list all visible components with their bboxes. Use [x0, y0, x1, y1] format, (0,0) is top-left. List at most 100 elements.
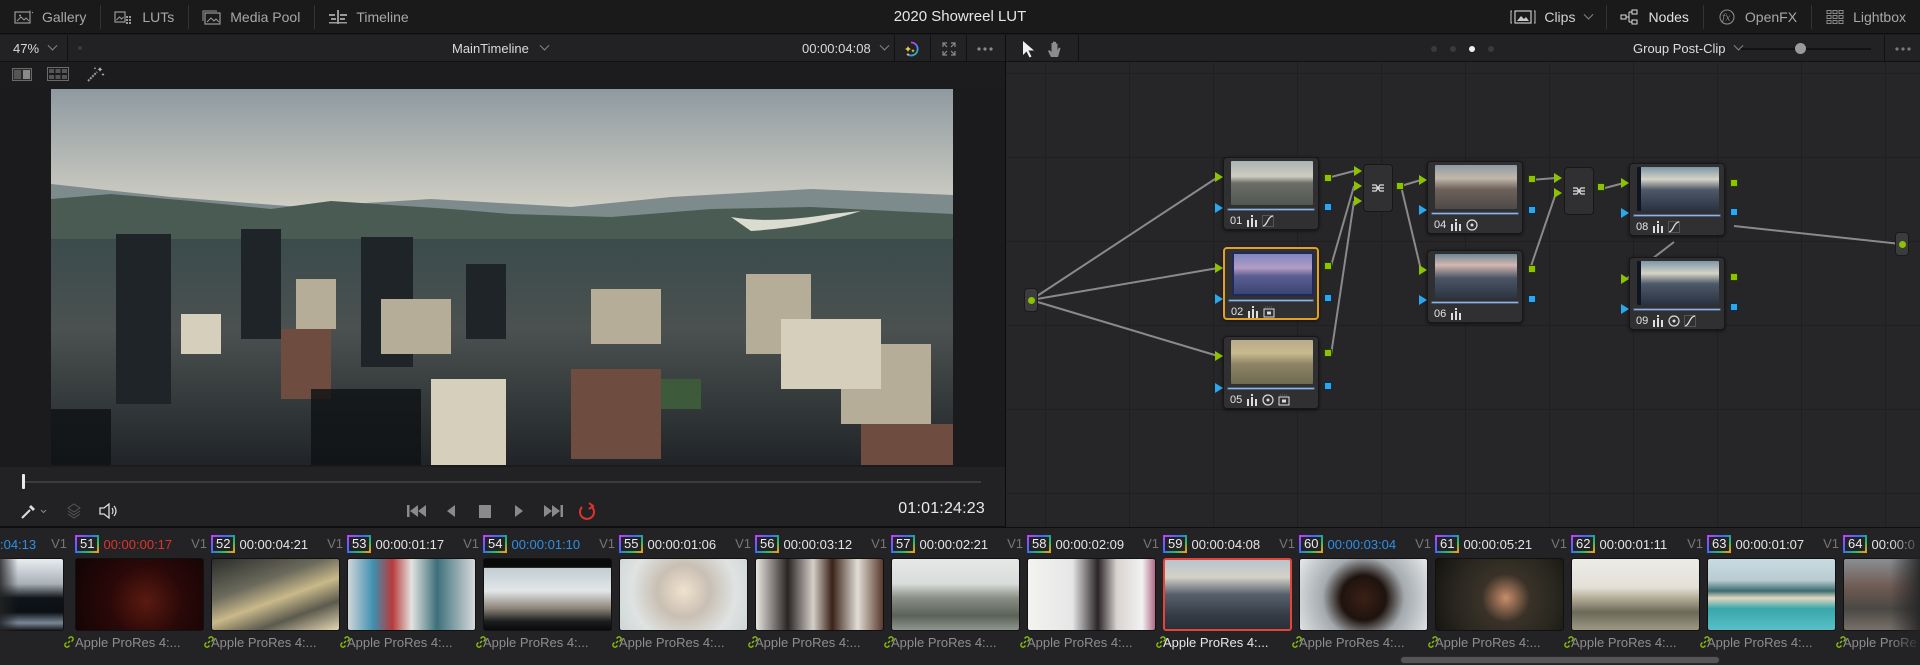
mixer-input-port[interactable] [1554, 173, 1562, 183]
clip-item[interactable]: 63 00:00:01:07 V1 Apple ProRes 4:... [1707, 528, 1846, 665]
group-selector-dropdown[interactable]: Group Post-Clip [1633, 35, 1744, 62]
layers-button[interactable] [66, 501, 82, 521]
timeline-horizontal-scrollbar[interactable] [1400, 656, 1720, 664]
mixer-input-port[interactable] [1354, 181, 1362, 191]
color-picker-button[interactable] [20, 501, 48, 521]
node-more-button[interactable] [1884, 35, 1920, 62]
clip-item[interactable]: 59 00:00:04:08 V1 Apple ProRes 4:... [1163, 528, 1302, 665]
stop-button[interactable] [478, 501, 492, 521]
clip-timecode-dropdown[interactable]: 00:00:04:08 [802, 35, 890, 62]
node-graph-canvas[interactable]: 01 02 05 04 06 08 09 [1005, 62, 1920, 527]
alpha-input-port[interactable] [1621, 208, 1629, 218]
mixer-output-port[interactable] [1396, 182, 1404, 190]
audio-button[interactable] [98, 501, 118, 521]
go-to-start-button[interactable] [406, 501, 428, 521]
alpha-input-port[interactable] [1419, 205, 1427, 215]
rgb-output-port[interactable] [1730, 273, 1738, 281]
split-screen-button[interactable] [11, 66, 33, 82]
magic-wand-button[interactable] [85, 66, 107, 82]
mixer-output-port[interactable] [1597, 183, 1605, 191]
alpha-output-port[interactable] [1730, 208, 1738, 216]
alpha-output-port[interactable] [1528, 295, 1536, 303]
rgb-output-port[interactable] [1324, 349, 1332, 357]
layer-mixer-node-1[interactable] [1363, 164, 1393, 212]
alpha-output-port[interactable] [1324, 203, 1332, 211]
pointer-tool-button[interactable] [1018, 39, 1038, 59]
clip-item[interactable]: 53 00:00:01:17 V1 Apple ProRes 4:... [347, 528, 486, 665]
output-node[interactable] [1895, 232, 1909, 256]
node-06[interactable]: 06 [1427, 250, 1523, 323]
clip-item[interactable]: 60 00:00:03:04 V1 Apple ProRes 4:... [1299, 528, 1438, 665]
clip-thumbnail[interactable] [483, 558, 612, 631]
clip-item[interactable]: 54 00:00:01:10 V1 Apple ProRes 4:... [483, 528, 622, 665]
clip-thumbnail[interactable] [211, 558, 340, 631]
rgb-input-port[interactable] [1215, 351, 1223, 361]
clip-item[interactable]: 57 00:00:02:21 V1 Apple ProRes 4:... [891, 528, 1030, 665]
mixer-input-port[interactable] [1354, 166, 1362, 176]
alpha-input-port[interactable] [1215, 383, 1223, 393]
clip-item[interactable]: 62 00:00:01:11 V1 Apple ProRes 4:... [1571, 528, 1710, 665]
node-zoom-slider[interactable] [1741, 43, 1871, 54]
clip-item[interactable]: 51 00:00:00:17 V1 Apple ProRes 4:... [75, 528, 214, 665]
layer-mixer-node-2[interactable] [1564, 167, 1594, 215]
rgb-input-port[interactable] [1419, 175, 1427, 185]
clip-thumbnail[interactable] [755, 558, 884, 631]
viewer-scrubber[interactable] [0, 467, 1005, 495]
node-05[interactable]: 05 [1223, 336, 1319, 409]
clip-item[interactable]: 56 00:00:03:12 V1 Apple ProRes 4:... [755, 528, 894, 665]
scrubber-track[interactable] [22, 481, 981, 483]
alpha-input-port[interactable] [1215, 294, 1223, 304]
node-08[interactable]: 08 [1629, 163, 1725, 236]
play-button[interactable] [513, 501, 525, 521]
clip-thumbnail[interactable] [891, 558, 1020, 631]
tab-nodes[interactable]: Nodes [1606, 0, 1702, 34]
alpha-input-port[interactable] [1215, 203, 1223, 213]
page-dot[interactable] [1450, 46, 1456, 52]
page-dot-active[interactable] [1469, 46, 1475, 52]
highlight-button[interactable] [894, 35, 930, 62]
rgb-output-port[interactable] [1324, 262, 1332, 270]
zoom-slider-knob[interactable] [1795, 43, 1806, 54]
clip-item[interactable]: 52 00:00:04:21 V1 Apple ProRes 4:... [211, 528, 350, 665]
fullscreen-button[interactable] [930, 35, 966, 62]
hand-tool-button[interactable] [1045, 39, 1065, 59]
clip-thumbnail[interactable] [1027, 558, 1156, 631]
clip-thumbnail[interactable] [1163, 558, 1292, 631]
clip-thumbnail[interactable] [1571, 558, 1700, 631]
alpha-output-port[interactable] [1324, 294, 1332, 302]
rgb-input-port[interactable] [1215, 172, 1223, 182]
tab-gallery[interactable]: Gallery [0, 0, 100, 34]
alpha-output-port[interactable] [1730, 303, 1738, 311]
alpha-input-port[interactable] [1419, 295, 1427, 305]
page-dot[interactable] [1488, 46, 1494, 52]
clip-thumbnail[interactable] [75, 558, 204, 631]
clip-thumbnail[interactable] [1707, 558, 1836, 631]
rgb-input-port[interactable] [1419, 265, 1427, 275]
loop-button[interactable] [576, 501, 598, 521]
mixer-input-port[interactable] [1554, 188, 1562, 198]
viewer-more-button[interactable] [966, 35, 1002, 62]
rgb-input-port[interactable] [1621, 178, 1629, 188]
play-reverse-button[interactable] [445, 501, 457, 521]
tab-media-pool[interactable]: Media Pool [188, 0, 314, 34]
timeline-dropdown[interactable]: MainTimeline [452, 35, 550, 62]
rgb-output-port[interactable] [1528, 265, 1536, 273]
playhead-handle[interactable] [22, 474, 25, 489]
node-04[interactable]: 04 [1427, 161, 1523, 234]
tab-timeline[interactable]: Timeline [314, 0, 422, 34]
rgb-output-port[interactable] [1324, 174, 1332, 182]
rgb-input-port[interactable] [1215, 263, 1223, 273]
tab-clips[interactable]: Clips [1496, 0, 1606, 34]
rgb-output-port[interactable] [1730, 179, 1738, 187]
clip-item[interactable]: 61 00:00:05:21 V1 Apple ProRes 4:... [1435, 528, 1574, 665]
clip-thumbnail[interactable] [347, 558, 476, 631]
rgb-output-port[interactable] [1528, 175, 1536, 183]
alpha-output-port[interactable] [1528, 206, 1536, 214]
node-01[interactable]: 01 [1223, 157, 1319, 230]
node-02[interactable]: 02 [1223, 247, 1319, 320]
clip-thumbnail[interactable] [1435, 558, 1564, 631]
mixer-input-port[interactable] [1354, 196, 1362, 206]
clip-thumbnail[interactable] [619, 558, 748, 631]
tab-openfx[interactable]: fx OpenFX [1702, 0, 1811, 34]
source-input-node[interactable] [1024, 288, 1038, 312]
